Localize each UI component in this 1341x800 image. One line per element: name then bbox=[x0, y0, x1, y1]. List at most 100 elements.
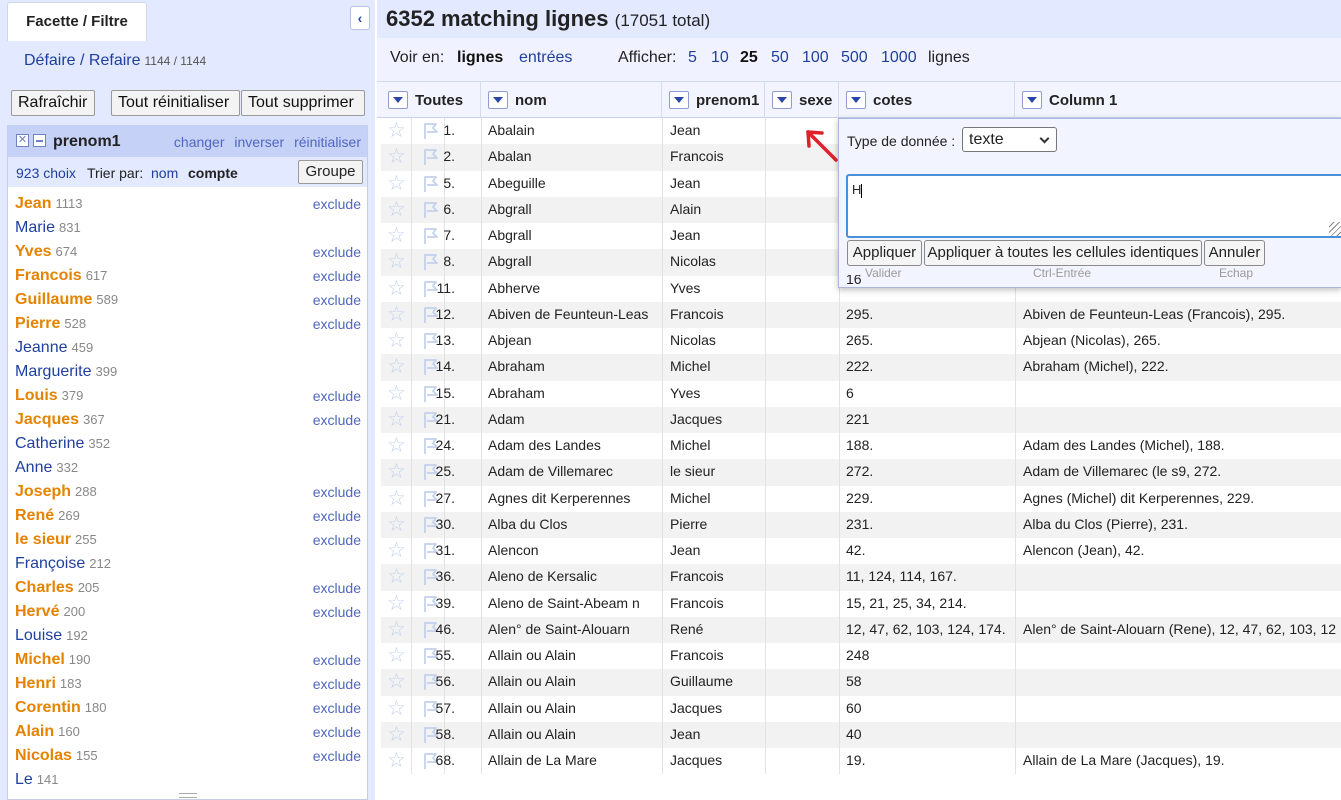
facet-choice-label[interactable]: Pierre bbox=[15, 315, 60, 332]
cell-prenom1[interactable]: Nicolas bbox=[670, 253, 765, 269]
facet-choice-name[interactable]: Françoise 212 bbox=[15, 555, 111, 573]
page-size-100[interactable]: 100 bbox=[802, 49, 829, 67]
cell-nom[interactable]: Abgrall bbox=[488, 201, 660, 217]
cell-nom[interactable]: Allain ou Alain bbox=[488, 673, 660, 689]
facet-choice-label[interactable]: Françoise bbox=[15, 555, 85, 572]
column-menu-dropdown-icon[interactable] bbox=[1022, 91, 1042, 109]
facet-choice[interactable]: Catherine 352 bbox=[8, 434, 367, 458]
star-icon[interactable]: ☆ bbox=[387, 251, 406, 273]
refresh-button[interactable]: Rafraîchir bbox=[11, 90, 95, 116]
facet-choice-label[interactable]: Hervé bbox=[15, 603, 59, 620]
column-menu-dropdown-icon[interactable] bbox=[388, 91, 408, 109]
facet-choice-label[interactable]: Marie bbox=[15, 219, 55, 236]
cell-prenom1[interactable]: Michel bbox=[670, 358, 765, 374]
close-icon[interactable]: ✕ bbox=[16, 134, 29, 147]
exclude-link[interactable]: exclude bbox=[313, 676, 361, 692]
star-icon[interactable]: ☆ bbox=[387, 330, 406, 352]
cell-column1[interactable]: Adam de Villemarec (le s9, 272. bbox=[1023, 463, 1341, 479]
star-icon[interactable]: ☆ bbox=[387, 120, 406, 142]
cell-cotes[interactable]: 272. bbox=[846, 463, 1016, 479]
facet-choice-label[interactable]: Jacques bbox=[15, 411, 79, 428]
facet-choice-label[interactable]: Joseph bbox=[15, 483, 71, 500]
page-size-50[interactable]: 50 bbox=[771, 49, 789, 67]
cell-nom[interactable]: Abjean bbox=[488, 332, 660, 348]
cell-nom[interactable]: Allain de La Mare bbox=[488, 752, 660, 768]
cell-prenom1[interactable]: Francois bbox=[670, 148, 765, 164]
star-icon[interactable]: ☆ bbox=[387, 277, 406, 300]
cell-prenom1[interactable]: Guillaume bbox=[670, 673, 765, 689]
facet-choice[interactable]: René 269 exclude bbox=[8, 506, 367, 530]
star-icon[interactable]: ☆ bbox=[387, 225, 406, 247]
cell-nom[interactable]: Abeguille bbox=[488, 175, 660, 191]
exclude-link[interactable]: exclude bbox=[313, 316, 361, 332]
star-icon[interactable]: ☆ bbox=[387, 356, 406, 378]
exclude-link[interactable]: exclude bbox=[313, 652, 361, 668]
facet-invert-link[interactable]: inverser bbox=[234, 134, 284, 150]
facet-choice-name[interactable]: Jean 1113 bbox=[15, 195, 82, 213]
star-icon[interactable]: ☆ bbox=[387, 618, 406, 641]
facet-choice-label[interactable]: Henri bbox=[15, 675, 56, 692]
apply-button[interactable]: Appliquer bbox=[847, 240, 922, 266]
data-type-select[interactable]: texte bbox=[962, 127, 1057, 152]
facet-choice[interactable]: Pierre 528 exclude bbox=[8, 314, 367, 338]
facet-choice-label[interactable]: Louis bbox=[15, 387, 58, 404]
facet-choice[interactable]: Yves 674 exclude bbox=[8, 242, 367, 266]
delete-all-button[interactable]: Tout supprimer bbox=[241, 90, 365, 116]
facet-choice-label[interactable]: Francois bbox=[15, 267, 82, 284]
star-icon[interactable]: ☆ bbox=[387, 592, 406, 615]
facet-choice-label[interactable]: Yves bbox=[15, 243, 51, 260]
cell-cotes[interactable]: 248 bbox=[846, 647, 1016, 663]
cell-nom[interactable]: Allain ou Alain bbox=[488, 726, 660, 742]
cell-cotes[interactable]: 295. bbox=[846, 306, 1016, 322]
cell-prenom1[interactable]: Jean bbox=[670, 122, 765, 138]
facet-choice[interactable]: Louise 192 bbox=[8, 626, 367, 650]
facet-change-link[interactable]: changer bbox=[174, 134, 225, 150]
cell-nom[interactable]: Aleno de Kersalic bbox=[488, 568, 660, 584]
star-icon[interactable]: ☆ bbox=[387, 461, 406, 483]
star-icon[interactable]: ☆ bbox=[387, 435, 406, 457]
cell-prenom1[interactable]: Jean bbox=[670, 726, 765, 742]
page-size-10[interactable]: 10 bbox=[711, 49, 729, 67]
star-icon[interactable]: ☆ bbox=[387, 172, 406, 195]
cell-value-textarea[interactable]: H bbox=[846, 174, 1341, 238]
facet-choice[interactable]: Alain 160 exclude bbox=[8, 722, 367, 746]
facet-choice[interactable]: Hervé 200 exclude bbox=[8, 602, 367, 626]
exclude-link[interactable]: exclude bbox=[313, 532, 361, 548]
facet-choice-name[interactable]: Louise 192 bbox=[15, 627, 88, 645]
choice-count[interactable]: 923 choix bbox=[16, 165, 76, 181]
facet-choice-label[interactable]: Charles bbox=[15, 579, 74, 596]
facet-choice-name[interactable]: Corentin 180 bbox=[15, 699, 106, 717]
cell-prenom1[interactable]: Francois bbox=[670, 647, 765, 663]
cell-column1[interactable]: Alencon (Jean), 42. bbox=[1023, 542, 1341, 558]
facet-choice-label[interactable]: Corentin bbox=[15, 699, 81, 716]
cell-nom[interactable]: Aleno de Saint-Abeam n bbox=[488, 595, 660, 611]
cell-nom[interactable]: Abiven de Feunteun-Leas bbox=[488, 306, 660, 322]
cell-nom[interactable]: Alen° de Saint-Alouarn bbox=[488, 621, 660, 637]
facet-choice-name[interactable]: Louis 379 bbox=[15, 387, 83, 405]
star-icon[interactable]: ☆ bbox=[387, 408, 406, 431]
collapse-panel-icon[interactable]: ‹ bbox=[350, 6, 370, 30]
star-icon[interactable]: ☆ bbox=[387, 645, 406, 667]
minimize-icon[interactable] bbox=[33, 134, 46, 147]
resize-grip-icon[interactable] bbox=[1329, 222, 1341, 236]
cell-prenom1[interactable]: Alain bbox=[670, 201, 765, 217]
facet-choice-name[interactable]: Guillaume 589 bbox=[15, 291, 118, 309]
facet-choice[interactable]: Joseph 288 exclude bbox=[8, 482, 367, 506]
facet-filter-tab[interactable]: Facette / Filtre bbox=[7, 2, 147, 41]
cell-cotes[interactable]: 231. bbox=[846, 516, 1016, 532]
cell-cotes[interactable]: 15, 21, 25, 34, 214. bbox=[846, 595, 1016, 611]
star-icon[interactable]: ☆ bbox=[387, 513, 406, 536]
column-menu-dropdown-icon[interactable] bbox=[846, 91, 866, 109]
cell-column1[interactable]: Adam des Landes (Michel), 188. bbox=[1023, 437, 1341, 453]
exclude-link[interactable]: exclude bbox=[313, 748, 361, 764]
facet-choice-name[interactable]: Le 141 bbox=[15, 771, 59, 789]
cell-nom[interactable]: Allain ou Alain bbox=[488, 700, 660, 716]
page-size-1000[interactable]: 1000 bbox=[881, 49, 917, 67]
facet-choice[interactable]: Anne 332 bbox=[8, 458, 367, 482]
cell-column1[interactable]: Alba du Clos (Pierre), 231. bbox=[1023, 516, 1341, 532]
facet-choice-name[interactable]: Jeanne 459 bbox=[15, 339, 93, 357]
reset-all-button[interactable]: Tout réinitialiser bbox=[111, 90, 240, 116]
cell-prenom1[interactable]: Jacques bbox=[670, 411, 765, 427]
star-icon[interactable]: ☆ bbox=[387, 303, 406, 326]
facet-choice[interactable]: Jeanne 459 bbox=[8, 338, 367, 362]
